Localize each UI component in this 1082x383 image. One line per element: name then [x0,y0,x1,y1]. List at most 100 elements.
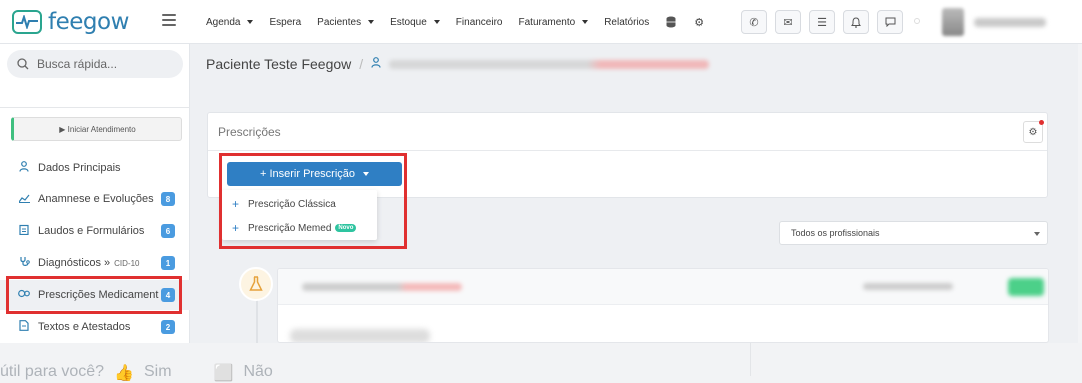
chat-icon[interactable] [877,10,903,34]
nav-faturamento[interactable]: Faturamento [519,17,589,28]
menu-item-label: Prescrição Clássica [248,198,336,210]
count-badge: 6 [161,224,175,238]
insert-prescription-label: + Inserir Prescrição [259,168,356,180]
pills-icon [18,289,30,301]
sidebar-item-label: Dados Principais [38,162,121,174]
count-badge: 4 [161,288,175,302]
feedback-prompt: útil para você? 👍 Sim ⬜ Não [0,363,273,383]
count-badge: 1 [161,256,175,270]
menu-item-memed[interactable]: + Prescrição Memed Novo [222,216,377,240]
logo-text: feegow [48,9,129,35]
feedback-no[interactable]: Não [243,363,272,383]
user-icon[interactable] [371,57,381,71]
app-window: feegow Agenda Espera Pacientes Estoque F… [0,0,1082,343]
search-input[interactable]: Busca rápida... [7,50,183,78]
avatar [942,8,964,36]
user-icon [18,161,30,175]
sidebar-item-diagnosticos[interactable]: Diagnósticos » CID-10 1 [0,248,190,278]
menu-item-classic[interactable]: + Prescrição Clássica [222,192,377,216]
insert-prescription-button[interactable]: + Inserir Prescrição [227,162,402,186]
breadcrumb-separator: / [359,56,364,72]
chevron-down-icon [247,20,254,24]
sidebar-item-label: Prescrições Medicament [38,289,159,301]
scrollbar[interactable] [1078,44,1082,343]
feedback-yes[interactable]: Sim [144,363,172,383]
gear-icon: ⚙ [1028,126,1038,138]
breadcrumb: Paciente Teste Feegow / [206,53,710,75]
prescription-record-card [277,268,1049,343]
nav-espera[interactable]: Espera [269,17,301,28]
thumbs-down-icon[interactable]: ⬜ [214,363,234,383]
status-indicator [914,18,920,24]
gear-icon[interactable]: ⚙ [693,16,705,29]
nav-financeiro[interactable]: Financeiro [456,17,503,28]
plus-icon: + [232,221,240,235]
cid-label: CID-10 [114,258,140,268]
sidebar-item-prescricoes[interactable]: Prescrições Medicament 4 [0,280,190,310]
toolbar-icons: ✆ ✉ ☰ [741,10,903,34]
start-attendance-button[interactable]: ▶ Iniciar Atendimento [11,117,182,141]
patient-info-redacted [389,59,710,69]
page-title: Paciente Teste Feegow [206,56,352,72]
card-header [278,269,1048,305]
sidebar-item-label: Textos e Atestados [38,321,131,333]
record-body-redacted [290,329,430,342]
top-bar: feegow Agenda Espera Pacientes Estoque F… [0,0,1082,44]
count-badge: 8 [161,192,175,206]
nav-pacientes[interactable]: Pacientes [317,17,375,28]
select-value: Todos os profissionais [791,228,880,238]
panel-header: Prescrições ⚙ [208,113,1047,151]
chevron-down-icon [582,20,589,24]
new-badge: Novo [335,224,357,232]
settings-button[interactable]: ⚙ [1023,120,1044,143]
nav-relatorios[interactable]: Relatórios [604,17,649,28]
panel-title: Prescrições [218,124,281,139]
chevron-down-icon [433,20,440,24]
record-title-redacted [302,283,462,291]
search-placeholder: Busca rápida... [37,57,118,71]
user-name-redacted [974,17,1046,27]
record-date-redacted [863,283,953,290]
main-nav: Agenda Espera Pacientes Estoque Financei… [206,0,705,44]
bell-icon[interactable] [843,10,869,34]
sidebar-item-label: Diagnósticos » [38,257,111,269]
database-icon[interactable] [665,16,677,28]
menu-toggle-icon[interactable] [162,14,176,26]
stethoscope-icon [18,256,30,270]
logo-icon [12,10,42,34]
thumbs-up-icon[interactable]: 👍 [114,363,134,383]
sidebar: Busca rápida... ▶ Iniciar Atendimento Da… [0,44,190,343]
count-badge: 2 [161,320,175,334]
clipboard-icon [18,224,30,238]
menu-item-label: Prescrição Memed [248,222,332,234]
sidebar-item-label: Anamnese e Evoluções [38,193,154,205]
chart-icon [18,193,30,206]
sidebar-item-anamnese[interactable]: Anamnese e Evoluções 8 [0,184,190,214]
chevron-down-icon [363,172,370,176]
plus-icon: + [232,197,240,211]
feedback-question: útil para você? [0,363,105,380]
sidebar-item-textos[interactable]: Textos e Atestados 2 [0,312,190,342]
checklist-icon[interactable]: ☰ [809,10,835,34]
professional-filter-select[interactable]: Todos os profissionais [779,221,1048,245]
divider [0,107,190,108]
chevron-down-icon [1034,232,1040,236]
prescription-dropdown: + Prescrição Clássica + Prescrição Memed… [222,190,377,240]
search-icon [17,58,29,70]
notification-dot [1039,120,1044,125]
nav-agenda[interactable]: Agenda [206,17,254,28]
sidebar-item-label: Laudos e Formulários [38,225,145,237]
timeline-line [256,294,258,343]
phone-icon[interactable]: ✆ [741,10,767,34]
flask-icon [239,267,273,301]
document-icon [18,320,30,334]
record-action-button[interactable] [1008,278,1044,296]
sidebar-item-laudos[interactable]: Laudos e Formulários 6 [0,216,190,246]
sidebar-item-dados-principais[interactable]: Dados Principais [0,153,190,183]
chevron-down-icon [368,20,375,24]
inbox-icon[interactable]: ✉ [775,10,801,34]
user-menu[interactable] [942,8,1046,36]
nav-estoque[interactable]: Estoque [390,17,440,28]
footer-divider [750,343,1082,376]
